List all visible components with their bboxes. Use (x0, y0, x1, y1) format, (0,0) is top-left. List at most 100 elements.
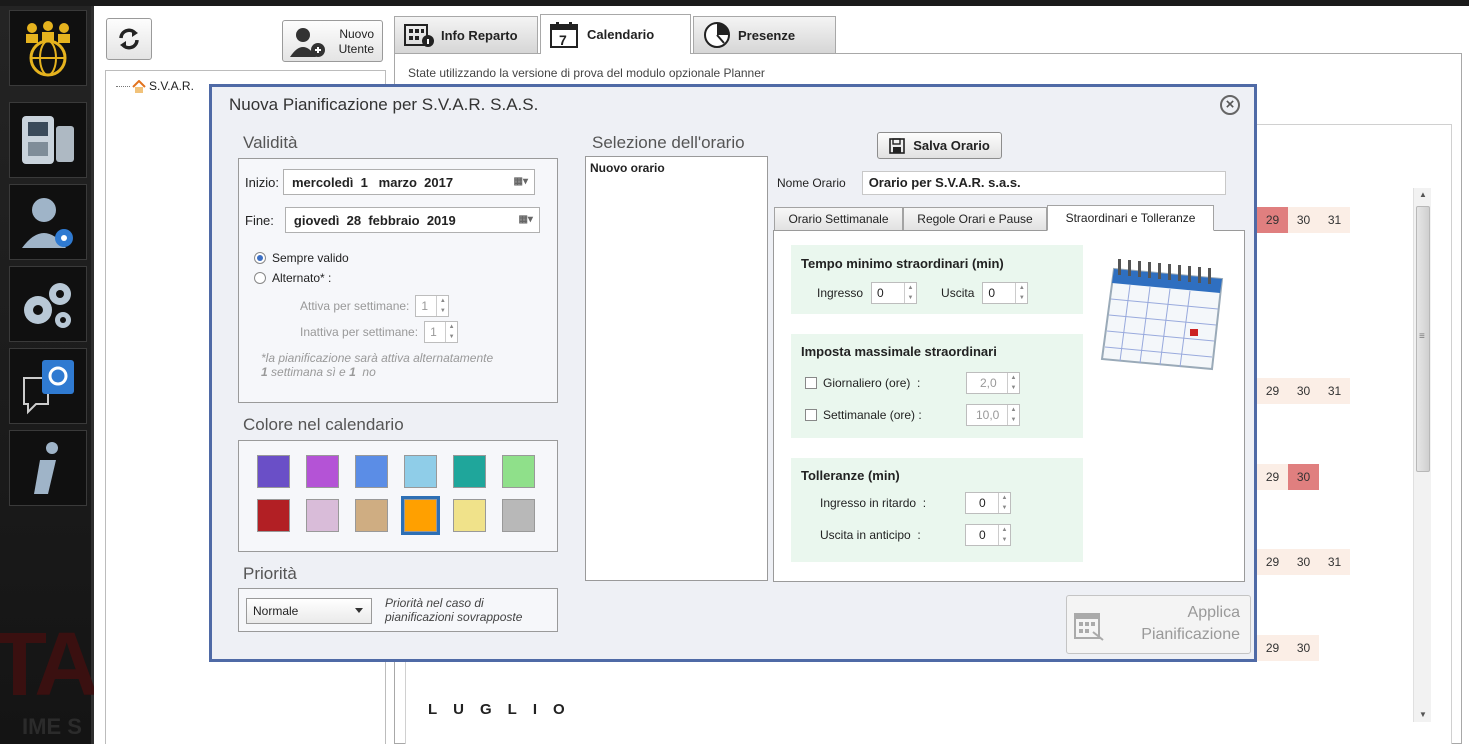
save-schedule-button[interactable]: Salva Orario (877, 132, 1002, 159)
new-user-button[interactable]: Nuovo Utente (282, 20, 383, 62)
inactive-weeks-value: 1 (430, 325, 437, 339)
tree-connector (116, 85, 130, 87)
date-dropdown-icon[interactable]: ▦▾ (514, 176, 528, 187)
start-date-picker[interactable]: mercoledì 1 marzo 2017 ▦▾ (282, 169, 535, 195)
calendar-scrollbar[interactable]: ▲ ▼ (1413, 188, 1431, 722)
info-nav-button[interactable] (9, 430, 87, 506)
schedule-list-item[interactable]: Nuovo orario (590, 161, 665, 175)
color-swatch[interactable] (306, 455, 339, 488)
tab-orario-settimanale[interactable]: Orario Settimanale (774, 207, 903, 231)
end-date-value: giovedì 28 febbraio 2019 (293, 212, 456, 228)
devices-nav-button[interactable] (9, 102, 87, 178)
priority-select[interactable]: Normale (246, 598, 372, 624)
schedule-list: Nuovo orario (585, 156, 768, 581)
tab-straordinari[interactable]: Straordinari e Tolleranze (1047, 205, 1214, 231)
color-swatch[interactable] (453, 499, 486, 532)
min-ingresso-value: 0 (877, 286, 884, 300)
color-swatch[interactable] (404, 455, 437, 488)
weekly-max-checkbox[interactable] (805, 409, 817, 421)
calendar-day[interactable]: 29 (1257, 207, 1288, 233)
schedule-name-row: Nome Orario Orario per S.V.A.R. s.a.s. (777, 171, 1226, 195)
calendar-day[interactable]: 30 (1288, 378, 1319, 404)
calendar-day[interactable]: 29 (1257, 549, 1288, 575)
radio-selected[interactable] (254, 252, 266, 264)
calendar-day[interactable]: 31 (1319, 378, 1350, 404)
tab-presenze[interactable]: Presenze (693, 16, 836, 53)
active-weeks-stepper[interactable]: 1 ▲ ▼ (415, 295, 450, 317)
apply-planning-button[interactable]: Applica Pianificazione (1066, 595, 1251, 654)
weekly-max-value: 10,0 (976, 408, 1000, 422)
color-swatch[interactable] (401, 496, 440, 535)
selezione-title: Selezione dell'orario (592, 133, 745, 152)
tab-calendario-label: Calendario (587, 27, 655, 42)
active-weeks-label: Attiva per settimane: (300, 299, 410, 313)
inactive-weeks-label: Inattiva per settimane: (300, 325, 419, 339)
daily-max-checkbox[interactable] (805, 377, 817, 389)
min-overtime-title: Tempo minimo straordinari (min) (801, 256, 1004, 271)
color-swatch[interactable] (257, 455, 290, 488)
calendar-row-4: 29 30 31 (1257, 549, 1350, 575)
refresh-icon (119, 28, 139, 50)
weekly-max-stepper[interactable]: 10,0 ▲ ▼ (966, 404, 1020, 426)
refresh-button[interactable] (106, 18, 152, 60)
calendar-row-1: 29 30 31 (1257, 207, 1350, 233)
daily-max-value: 2,0 (980, 376, 997, 390)
date-dropdown-icon[interactable]: ▦▾ (518, 214, 532, 225)
color-swatch[interactable] (257, 499, 290, 532)
scroll-down-icon[interactable]: ▼ (1414, 708, 1432, 722)
calendar-day[interactable]: 30 (1288, 549, 1319, 575)
main-sidebar: TA IME S (0, 6, 94, 744)
min-ingresso-stepper[interactable]: 0 ▲ ▼ (871, 282, 918, 304)
alternate-note: *la pianificazione sarà attiva alternata… (261, 351, 493, 379)
color-swatch[interactable] (502, 499, 535, 532)
users-nav-button[interactable] (9, 184, 87, 260)
priority-value: Normale (253, 604, 299, 618)
schedule-name-value: Orario per S.V.A.R. s.a.s. (868, 175, 1021, 190)
color-swatch[interactable] (306, 499, 339, 532)
scroll-up-icon[interactable]: ▲ (1414, 188, 1432, 202)
departments-nav-button[interactable] (9, 10, 87, 86)
late-entry-stepper[interactable]: 0 ▲ ▼ (965, 492, 1011, 514)
scroll-thumb[interactable] (1416, 206, 1430, 472)
color-swatch[interactable] (502, 455, 535, 488)
schedule-name-input[interactable]: Orario per S.V.A.R. s.a.s. (861, 171, 1226, 195)
calendar-day[interactable]: 29 (1257, 464, 1288, 490)
alternate-option[interactable]: Alternato* : (254, 271, 331, 285)
inactive-weeks-row: Inattiva per settimane: 1 ▲ ▼ (300, 321, 459, 343)
color-swatch[interactable] (453, 455, 486, 488)
support-nav-button[interactable] (9, 348, 87, 424)
priority-note-line1: Priorità nel caso di (385, 596, 484, 610)
calendar-day[interactable]: 30 (1288, 207, 1319, 233)
color-swatch[interactable] (355, 499, 388, 532)
calendar-day[interactable]: 29 (1257, 635, 1288, 661)
calendar-day[interactable]: 30 (1288, 635, 1319, 661)
calendar-day[interactable]: 29 (1257, 378, 1288, 404)
alternate-note-line1: *la pianificazione sarà attiva alternata… (261, 351, 494, 365)
daily-max-label: Giornaliero (ore) : (823, 376, 921, 390)
brand-logo: TA IME S (0, 615, 94, 739)
start-date-value: mercoledì 1 marzo 2017 (291, 174, 454, 190)
tree-node-root[interactable]: S.V.A.R. (116, 79, 194, 93)
close-icon[interactable]: × (1220, 95, 1240, 115)
daily-max-stepper[interactable]: 2,0 ▲ ▼ (966, 372, 1020, 394)
end-date-picker[interactable]: giovedì 28 febbraio 2019 ▦▾ (284, 207, 540, 233)
home-icon (132, 79, 146, 93)
always-valid-option[interactable]: Sempre valido (254, 251, 349, 265)
new-user-label-line2: Utente (338, 42, 374, 56)
settings-nav-button[interactable] (9, 266, 87, 342)
colore-title: Colore nel calendario (243, 415, 404, 434)
radio-unselected[interactable] (254, 272, 266, 284)
save-schedule-label: Salva Orario (913, 138, 990, 153)
min-uscita-stepper[interactable]: 0 ▲ ▼ (982, 282, 1029, 304)
color-swatch[interactable] (355, 455, 388, 488)
calendar-day[interactable]: 31 (1319, 207, 1350, 233)
tab-calendario[interactable]: 7 Calendario (540, 14, 691, 54)
inactive-weeks-stepper[interactable]: 1 ▲ ▼ (424, 321, 459, 343)
tab-info-reparto[interactable]: Info Reparto (394, 16, 538, 53)
calendar-day[interactable]: 31 (1319, 549, 1350, 575)
tab-regole-orari[interactable]: Regole Orari e Pause (903, 207, 1047, 231)
active-weeks-value: 1 (421, 299, 429, 313)
min-ingresso-label: Ingresso (817, 286, 864, 300)
early-exit-stepper[interactable]: 0 ▲ ▼ (965, 524, 1011, 546)
calendar-day[interactable]: 30 (1288, 464, 1319, 490)
